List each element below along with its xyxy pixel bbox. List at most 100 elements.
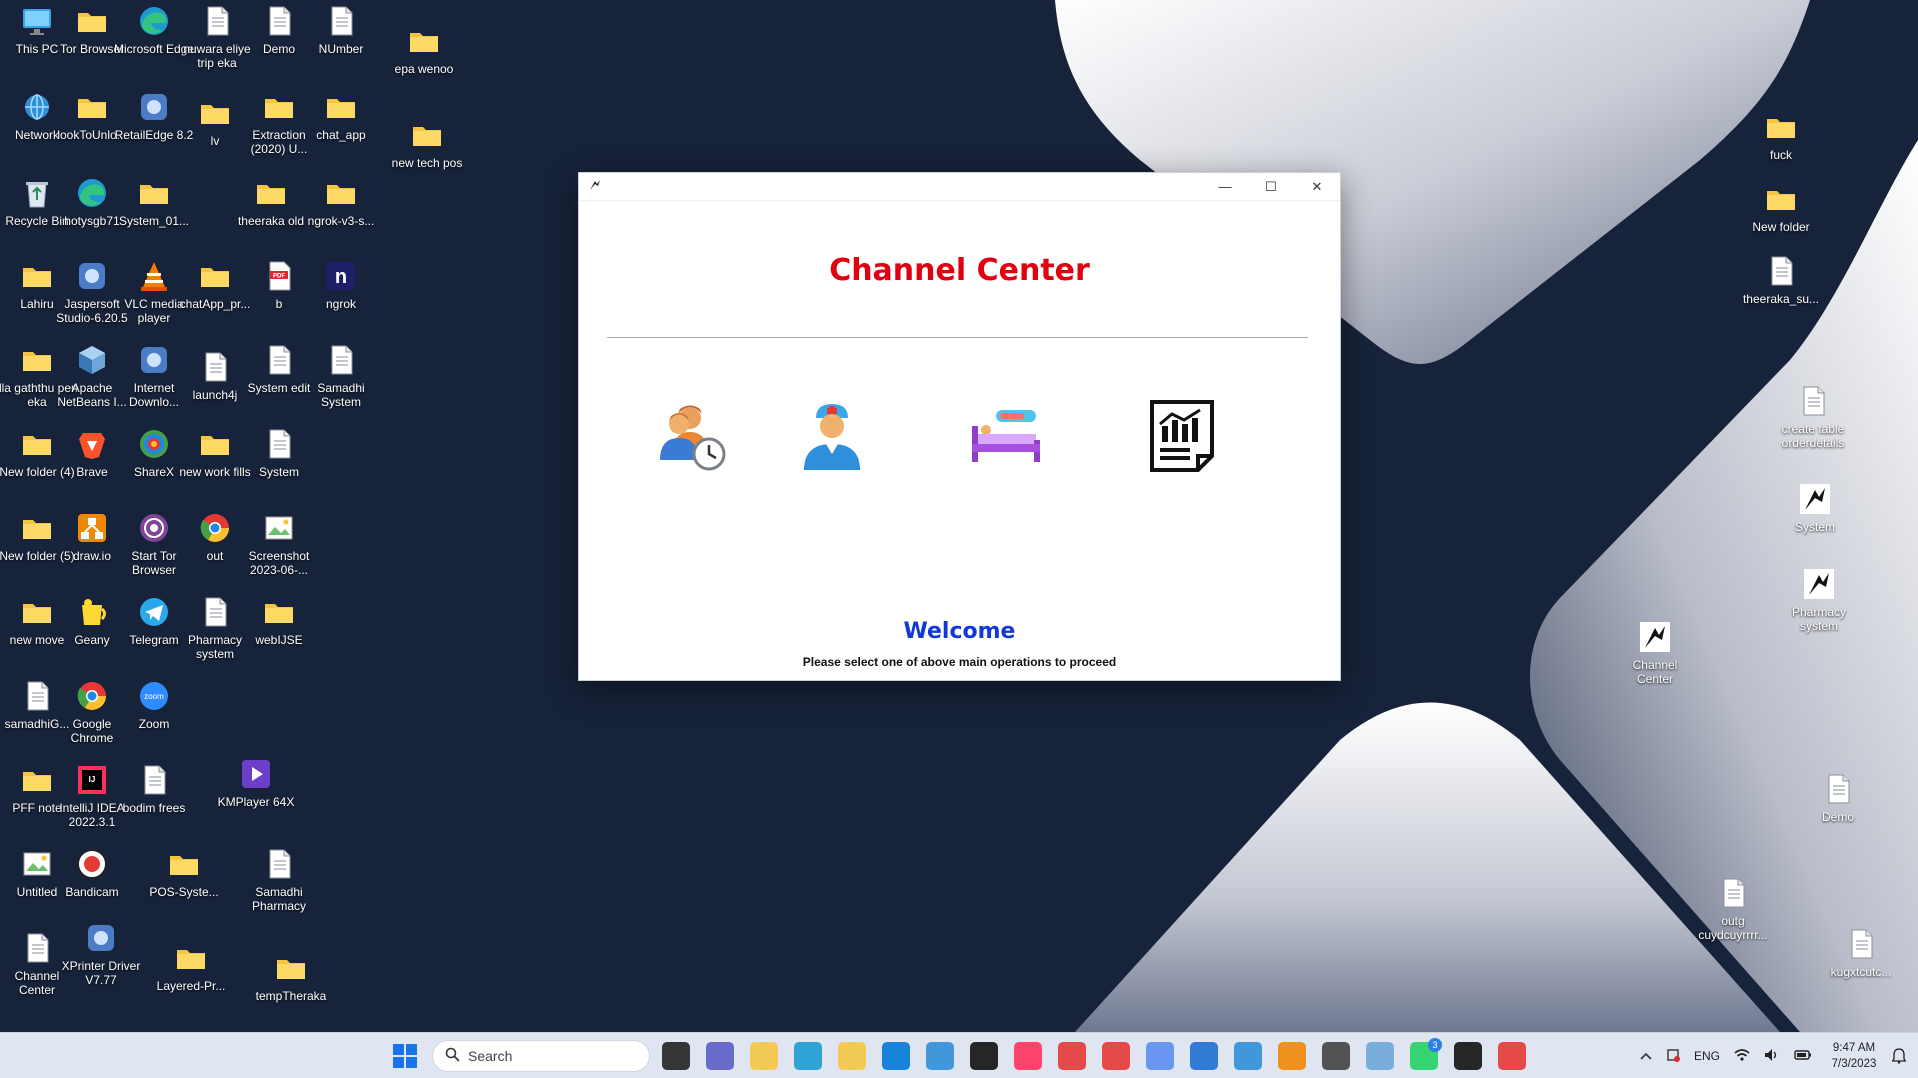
edge-icon[interactable]: [794, 1042, 822, 1070]
desktop-icon[interactable]: zoom Zoom: [113, 679, 195, 731]
java-app-icon[interactable]: [1322, 1042, 1350, 1070]
notification-icon[interactable]: [1666, 1048, 1680, 1065]
store-icon[interactable]: [882, 1042, 910, 1070]
desktop-icon-label: Demo: [1821, 810, 1854, 824]
geany-icon[interactable]: [838, 1042, 866, 1070]
folder-icon: [20, 511, 54, 545]
intellij-icon[interactable]: [1014, 1042, 1042, 1070]
desktop-icon[interactable]: Demo: [1797, 772, 1879, 824]
maximize-button[interactable]: ☐: [1248, 173, 1294, 201]
kmplayer-icon: [239, 757, 273, 791]
desktop-icon[interactable]: Bandicam: [51, 847, 133, 899]
desktop-icon[interactable]: System_01...: [113, 176, 195, 228]
teams-icon[interactable]: [706, 1042, 734, 1070]
desktop-icon[interactable]: Samadhi Pharmacy: [238, 847, 320, 913]
admission-button[interactable]: [961, 391, 1051, 481]
divider: [607, 337, 1308, 338]
document-icon: [20, 679, 54, 713]
notification-badge: 3: [1428, 1038, 1442, 1052]
desktop-icon-label: tempTheraka: [255, 989, 327, 1003]
java-app-icon: [589, 178, 601, 196]
desktop-icon-label: ngrok-v3-s...: [307, 214, 375, 228]
svg-text:IJ: IJ: [89, 775, 96, 784]
chevron-up-icon[interactable]: [1640, 1049, 1652, 1063]
desktop-icon[interactable]: Layered-Pr...: [150, 941, 232, 993]
photos-icon[interactable]: [1190, 1042, 1218, 1070]
java-app-icon: [1798, 482, 1832, 516]
sublime-icon[interactable]: [1278, 1042, 1306, 1070]
volume-icon[interactable]: [1764, 1048, 1780, 1065]
close-button[interactable]: ✕: [1294, 173, 1340, 201]
desktop-icon[interactable]: webIJSE: [238, 595, 320, 647]
desktop-icon[interactable]: outg cuydcuyrrrr...: [1692, 876, 1774, 942]
desktop-icon-label: Demo: [262, 42, 295, 56]
desktop-icon[interactable]: Channel Center: [1614, 620, 1696, 686]
folder-icon: [262, 90, 296, 124]
search-icon: [445, 1047, 460, 1065]
desktop-icon[interactable]: chat_app: [300, 90, 382, 142]
window-titlebar[interactable]: — ☐ ✕: [579, 173, 1340, 201]
desktop-icon[interactable]: fuck: [1740, 110, 1822, 162]
desktop-icon[interactable]: POS-Syste...: [143, 847, 225, 899]
vscode-icon[interactable]: [926, 1042, 954, 1070]
desktop-icon-label: lv: [210, 134, 220, 148]
document-icon: [1764, 254, 1798, 288]
netbeans-icon[interactable]: [1366, 1042, 1394, 1070]
java-app-icon[interactable]: [1454, 1042, 1482, 1070]
anydesk-icon[interactable]: [1102, 1042, 1130, 1070]
taskbar-search[interactable]: Search: [432, 1040, 650, 1072]
bandicam-icon: [75, 847, 109, 881]
page-title: Channel Center: [829, 253, 1090, 288]
minimize-button[interactable]: —: [1202, 173, 1248, 201]
desktop-icon-label: Screenshot 2023-06-...: [248, 549, 310, 577]
notifications-bell-icon[interactable]: [1891, 1048, 1907, 1069]
appointment-button[interactable]: [649, 391, 739, 481]
whatsapp-icon[interactable]: 3: [1410, 1038, 1442, 1070]
desktop-icon[interactable]: New folder: [1740, 182, 1822, 234]
desktop-icon[interactable]: Samadhi System: [300, 343, 382, 409]
desktop-icon[interactable]: XPrinter Driver V7.77: [60, 921, 142, 987]
desktop-icon[interactable]: System: [238, 427, 320, 479]
desktop-icon-label: Geany: [74, 633, 110, 647]
language-indicator[interactable]: ENG: [1694, 1049, 1720, 1063]
network-icon: [20, 90, 54, 124]
desktop-icon[interactable]: tempTheraka: [250, 951, 332, 1003]
geany-icon: [75, 595, 109, 629]
clock[interactable]: 9:47 AM 7/3/2023: [1820, 1040, 1888, 1072]
desktop-icon[interactable]: KMPlayer 64X: [215, 757, 297, 809]
desktop-icon-label: chat_app: [316, 128, 366, 142]
desktop-icon-label: KMPlayer 64X: [217, 795, 295, 809]
desktop-icon-label: epa wenoo: [394, 62, 454, 76]
hospital-bed-icon: [972, 410, 1040, 462]
wifi-icon[interactable]: [1734, 1048, 1750, 1065]
affinity-icon[interactable]: [970, 1042, 998, 1070]
doctor-button[interactable]: [787, 391, 877, 481]
desktop-icon[interactable]: create table orderdetails: [1772, 384, 1854, 450]
desktop-icon[interactable]: kugxtcutc...: [1820, 927, 1902, 979]
desktop-icon[interactable]: Screenshot 2023-06-...: [238, 511, 320, 577]
desktop-icon-label: out: [206, 549, 224, 563]
document-icon: [198, 595, 232, 629]
desktop-icon-label: New folder: [1752, 220, 1810, 234]
start-button[interactable]: [392, 1043, 418, 1069]
desktop-icon[interactable]: new tech pos: [386, 118, 468, 170]
snipping-tool-icon[interactable]: [1498, 1042, 1526, 1070]
chrome-icon[interactable]: [1058, 1042, 1086, 1070]
desktop-icon-label: Channel Center: [1632, 658, 1678, 686]
desktop-icon[interactable]: theeraka_su...: [1740, 254, 1822, 306]
task-view-icon[interactable]: [662, 1042, 690, 1070]
battery-icon[interactable]: [1794, 1049, 1812, 1064]
desktop-icon[interactable]: epa wenoo: [383, 24, 465, 76]
desktop-icon-label: new tech pos: [391, 156, 463, 170]
desktop-icon[interactable]: NUmber: [300, 4, 382, 56]
folder-icon: [174, 941, 208, 975]
app-icon[interactable]: [1146, 1042, 1174, 1070]
file-explorer-icon[interactable]: [750, 1042, 778, 1070]
reports-button[interactable]: [1137, 391, 1227, 481]
desktop-icon[interactable]: Pharmacy system: [1778, 567, 1860, 633]
notepad-icon[interactable]: [1234, 1042, 1262, 1070]
desktop-icon[interactable]: ngrok-v3-s...: [300, 176, 382, 228]
desktop-icon[interactable]: System: [1774, 482, 1856, 534]
desktop-icon[interactable]: n ngrok: [300, 259, 382, 311]
desktop-icon[interactable]: bodim frees: [113, 763, 195, 815]
